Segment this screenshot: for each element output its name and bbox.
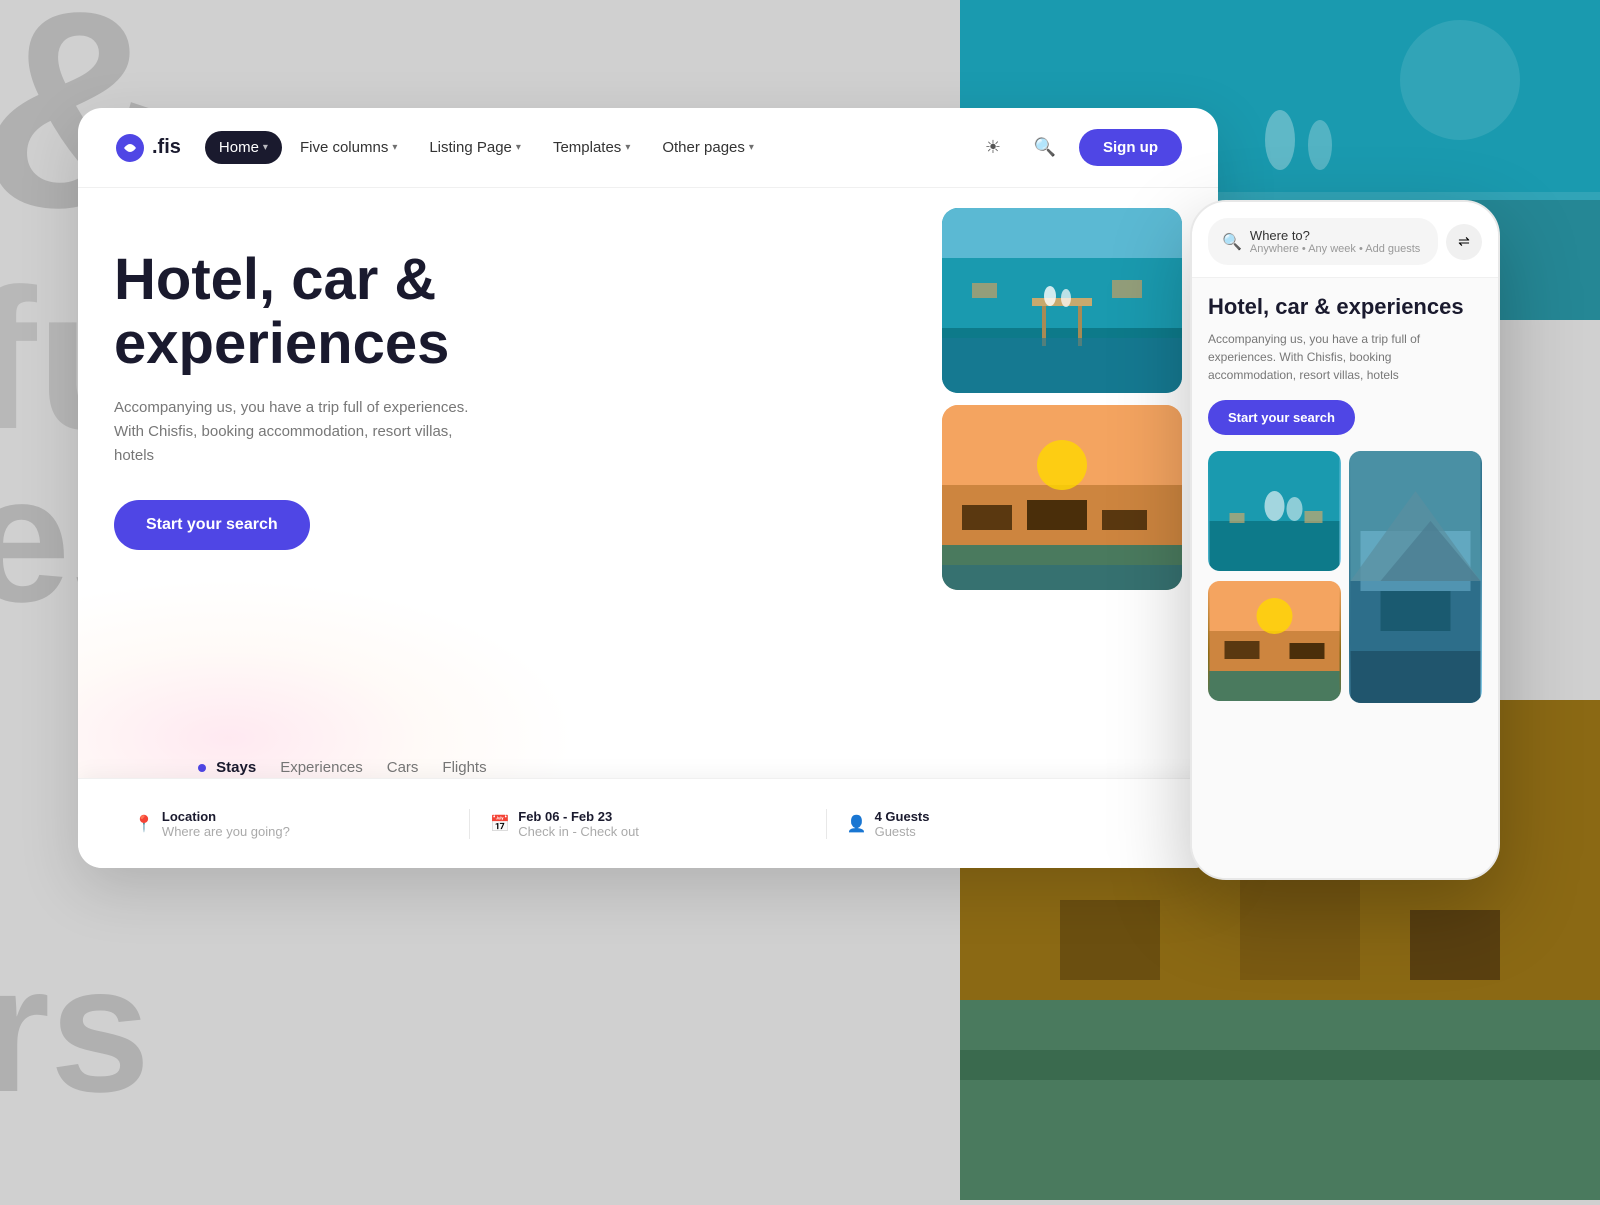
tab-dot bbox=[198, 764, 206, 772]
nav-templates[interactable]: Templates ▾ bbox=[539, 131, 644, 164]
nav-listing-label: Listing Page bbox=[429, 139, 512, 156]
location-icon: 📍 bbox=[134, 814, 154, 834]
phone-search-button[interactable]: Start your search bbox=[1208, 400, 1355, 435]
date-placeholder: Check in - Check out bbox=[518, 824, 639, 839]
search-bar: 📍 Location Where are you going? 📅 Feb 06… bbox=[78, 778, 1218, 868]
nav-home-label: Home bbox=[219, 139, 259, 156]
search-button-nav[interactable]: 🔍 bbox=[1027, 130, 1063, 166]
tab-cars-label: Cars bbox=[387, 759, 419, 776]
phone-content: Hotel, car & experiences Accompanying us… bbox=[1192, 278, 1498, 880]
phone-image-3 bbox=[1349, 451, 1482, 703]
phone-images bbox=[1208, 451, 1482, 703]
nav-five-columns[interactable]: Five columns ▾ bbox=[286, 131, 411, 164]
guests-placeholder: Guests bbox=[875, 824, 930, 839]
hero-image-tropical bbox=[942, 208, 1182, 393]
main-card: .fis Home ▾ Five columns ▾ Listing Page … bbox=[78, 108, 1218, 868]
bg-char-4: rs bbox=[0, 940, 150, 1120]
nav-items: Home ▾ Five columns ▾ Listing Page ▾ Tem… bbox=[205, 131, 975, 164]
tab-experiences-label: Experiences bbox=[280, 759, 363, 776]
hero-section: Hotel, car & experiences Accompanying us… bbox=[78, 188, 1218, 868]
phone-description: Accompanying us, you have a trip full of… bbox=[1208, 330, 1482, 384]
nav-actions: ☀ 🔍 Sign up bbox=[975, 129, 1182, 166]
nav-home-chevron: ▾ bbox=[263, 142, 268, 153]
theme-toggle-button[interactable]: ☀ bbox=[975, 130, 1011, 166]
guests-label: 4 Guests bbox=[875, 809, 930, 824]
tab-stays[interactable]: Stays bbox=[198, 759, 256, 776]
location-field[interactable]: 📍 Location Where are you going? bbox=[114, 809, 470, 839]
nav-listing-page[interactable]: Listing Page ▾ bbox=[415, 131, 535, 164]
logo-icon bbox=[114, 132, 146, 164]
phone-search-bar: 🔍 Where to? Anywhere • Any week • Add gu… bbox=[1192, 202, 1498, 278]
nav-five-columns-label: Five columns bbox=[300, 139, 388, 156]
tab-flights-label: Flights bbox=[442, 759, 486, 776]
nav-other-chevron: ▾ bbox=[749, 142, 754, 153]
hero-title: Hotel, car & experiences bbox=[114, 248, 574, 376]
tab-stays-label: Stays bbox=[216, 759, 256, 776]
date-field[interactable]: 📅 Feb 06 - Feb 23 Check in - Check out bbox=[470, 809, 826, 839]
calendar-icon: 📅 bbox=[490, 814, 510, 834]
guests-field[interactable]: 👤 4 Guests Guests bbox=[827, 809, 1182, 839]
guests-icon: 👤 bbox=[847, 814, 867, 834]
nav-home[interactable]: Home ▾ bbox=[205, 131, 282, 164]
search-tabs: Stays Experiences Cars Flights bbox=[198, 759, 487, 776]
phone-title: Hotel, car & experiences bbox=[1208, 294, 1482, 320]
hero-search-button[interactable]: Start your search bbox=[114, 500, 310, 550]
hero-images bbox=[942, 208, 1182, 590]
nav-other-pages-label: Other pages bbox=[662, 139, 745, 156]
tab-experiences[interactable]: Experiences bbox=[280, 759, 363, 776]
phone-search-sub: Anywhere • Any week • Add guests bbox=[1250, 243, 1420, 255]
nav-templates-chevron: ▾ bbox=[625, 142, 630, 153]
phone-mockup: 🔍 Where to? Anywhere • Any week • Add gu… bbox=[1190, 200, 1500, 880]
phone-image-1 bbox=[1208, 451, 1341, 571]
location-placeholder: Where are you going? bbox=[162, 824, 290, 839]
phone-image-2 bbox=[1208, 581, 1341, 701]
logo-text: .fis bbox=[152, 136, 181, 159]
nav-five-chevron: ▾ bbox=[392, 142, 397, 153]
tab-cars[interactable]: Cars bbox=[387, 759, 419, 776]
phone-search-icon: 🔍 bbox=[1222, 232, 1242, 252]
location-label: Location bbox=[162, 809, 290, 824]
hero-description: Accompanying us, you have a trip full of… bbox=[114, 396, 494, 468]
date-label: Feb 06 - Feb 23 bbox=[518, 809, 639, 824]
phone-search-input[interactable]: 🔍 Where to? Anywhere • Any week • Add gu… bbox=[1208, 218, 1438, 265]
hero-image-sunset bbox=[942, 405, 1182, 590]
nav-listing-chevron: ▾ bbox=[516, 142, 521, 153]
signup-button[interactable]: Sign up bbox=[1079, 129, 1182, 166]
tab-flights[interactable]: Flights bbox=[442, 759, 486, 776]
phone-search-text: Where to? bbox=[1250, 228, 1420, 243]
navbar: .fis Home ▾ Five columns ▾ Listing Page … bbox=[78, 108, 1218, 188]
nav-templates-label: Templates bbox=[553, 139, 621, 156]
nav-other-pages[interactable]: Other pages ▾ bbox=[648, 131, 768, 164]
phone-filter-button[interactable]: ⇌ bbox=[1446, 224, 1482, 260]
logo[interactable]: .fis bbox=[114, 132, 181, 164]
